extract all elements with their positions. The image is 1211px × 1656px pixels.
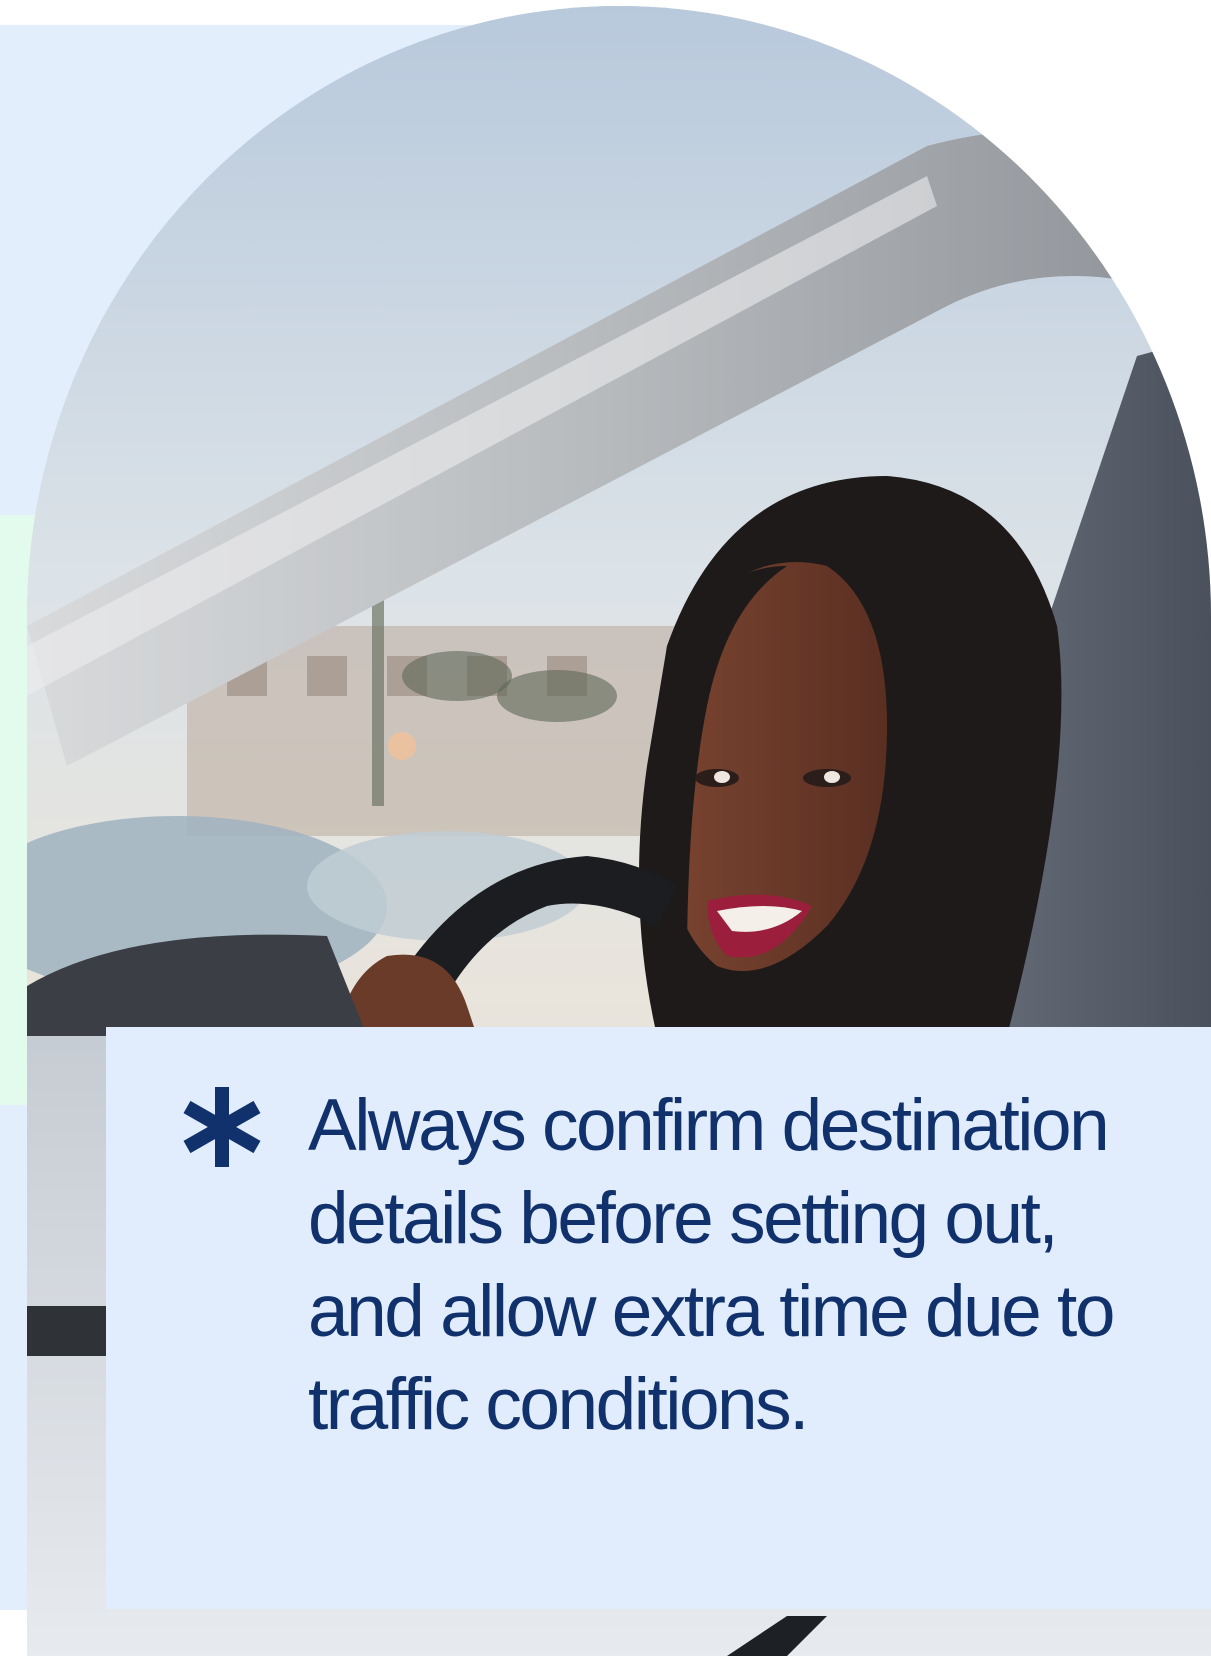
asterisk-icon: [183, 1087, 261, 1167]
tip-callout: Always confirm destination details befor…: [106, 1027, 1211, 1609]
tip-text: Always confirm destination details befor…: [308, 1085, 1115, 1445]
page: Always confirm destination details befor…: [0, 0, 1211, 1656]
